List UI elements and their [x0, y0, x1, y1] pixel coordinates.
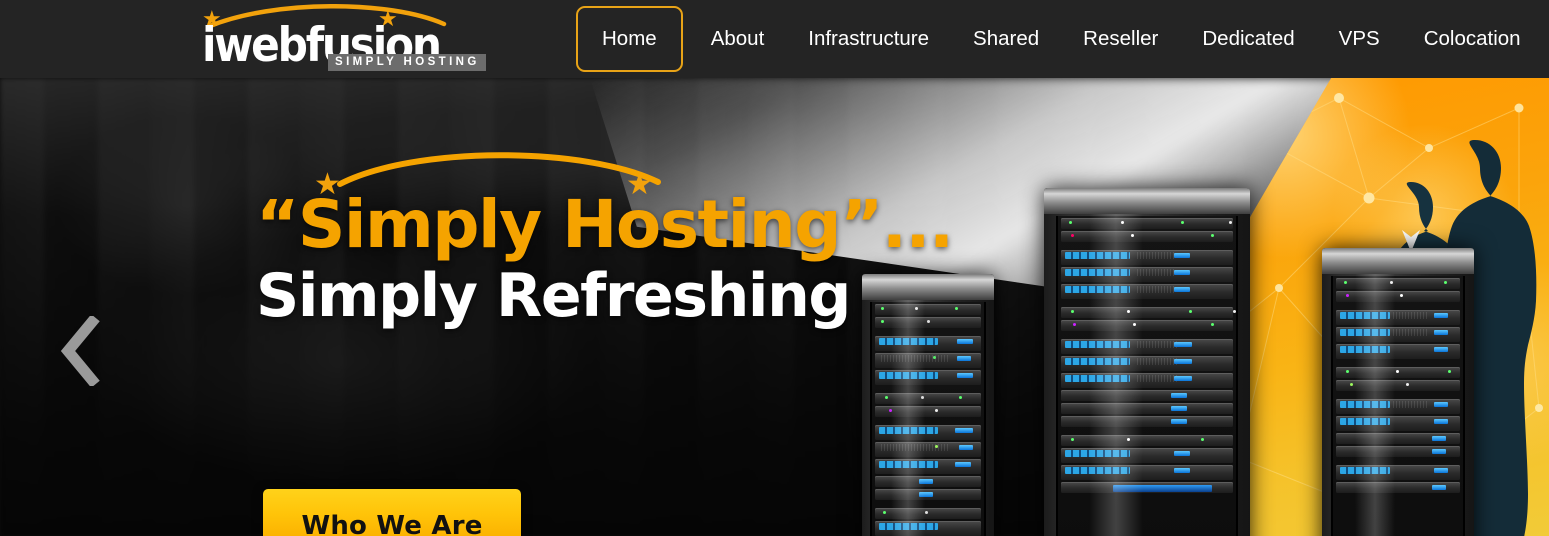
site-logo[interactable]: ★ ★ iwebfusion SIMPLY HOSTING [196, 4, 486, 74]
server-rack-center [1044, 188, 1250, 536]
headline-arc-icon [337, 152, 661, 187]
nav-item-client-portal[interactable]: CLIENT PORTAL [1543, 28, 1549, 50]
nav-item-home[interactable]: Home [576, 6, 683, 72]
hero-headline-primary: “Simply Hosting”... [256, 186, 954, 263]
page-root: ★ ★ iwebfusion SIMPLY HOSTING Home About… [0, 0, 1549, 536]
server-rack-right [1322, 248, 1474, 536]
slider-prev-button[interactable] [58, 314, 104, 388]
hero-headline-secondary: Simply Refreshing [256, 261, 851, 331]
server-rack-left [862, 274, 994, 536]
hero-slider: ★ ★ “Simply Hosting”... Simply Refreshin… [0, 78, 1549, 536]
chevron-left-icon [60, 314, 100, 388]
nav-item-shared[interactable]: Shared [951, 28, 1061, 50]
nav-item-reseller[interactable]: Reseller [1061, 28, 1180, 50]
nav-item-infrastructure[interactable]: Infrastructure [786, 28, 951, 50]
site-header: ★ ★ iwebfusion SIMPLY HOSTING Home About… [0, 0, 1549, 78]
logo-tagline: SIMPLY HOSTING [328, 54, 486, 71]
nav-item-dedicated[interactable]: Dedicated [1180, 28, 1316, 50]
who-we-are-button[interactable]: Who We Are [263, 489, 521, 536]
nav-item-colocation[interactable]: Colocation [1402, 28, 1543, 50]
main-navigation: Home About Infrastructure Shared Reselle… [576, 0, 1549, 78]
nav-item-vps[interactable]: VPS [1317, 28, 1402, 50]
nav-item-about[interactable]: About [689, 28, 787, 50]
